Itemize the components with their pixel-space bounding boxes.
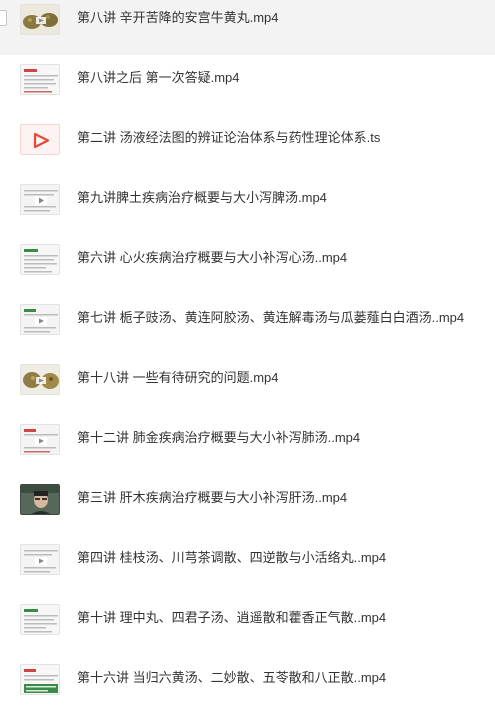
slide-play-thumbnail bbox=[20, 184, 60, 215]
video-file-icon bbox=[20, 124, 60, 155]
file-row[interactable]: 第二讲 汤液经法图的辨证论治体系与药性理论体系.ts bbox=[0, 115, 495, 175]
file-row[interactable]: 第八讲 辛开苦降的安宫牛黄丸.mp4 bbox=[0, 0, 495, 55]
herbs-thumbnail bbox=[20, 4, 60, 35]
file-row[interactable]: 第十讲 理中丸、四君子汤、逍遥散和藿香正气散..mp4 bbox=[0, 595, 495, 655]
file-name: 第十二讲 肺金疾病治疗概要与大小补泻肺汤..mp4 bbox=[77, 430, 361, 445]
file-row[interactable]: 第七讲 栀子豉汤、黄连阿胶汤、黄连解毒汤与瓜蒌薤白白酒汤..mp4 bbox=[0, 295, 495, 355]
slide-play-thumbnail bbox=[20, 544, 60, 575]
slide-thumbnail bbox=[20, 64, 60, 95]
file-list: 第八讲 辛开苦降的安宫牛黄丸.mp4 第八讲之后 第一次答疑.mp4 第二讲 汤… bbox=[0, 0, 495, 702]
slide-green-thumbnail bbox=[20, 664, 60, 695]
herbs-thumbnail bbox=[20, 364, 60, 395]
file-name: 第十讲 理中丸、四君子汤、逍遥散和藿香正气散..mp4 bbox=[77, 610, 387, 625]
file-name: 第六讲 心火疾病治疗概要与大小补泻心汤..mp4 bbox=[77, 250, 348, 265]
file-row[interactable]: 第十六讲 当归六黄汤、二妙散、五苓散和八正散..mp4 bbox=[0, 655, 495, 715]
file-row[interactable]: 第九讲脾土疾病治疗概要与大小泻脾汤.mp4 bbox=[0, 175, 495, 235]
slide-thumbnail bbox=[20, 604, 60, 635]
file-row[interactable]: 第十二讲 肺金疾病治疗概要与大小补泻肺汤..mp4 bbox=[0, 415, 495, 475]
file-row[interactable]: 第十八讲 一些有待研究的问题.mp4 bbox=[0, 355, 495, 415]
file-name: 第二讲 汤液经法图的辨证论治体系与药性理论体系.ts bbox=[77, 130, 381, 145]
file-row[interactable]: 第三讲 肝木疾病治疗概要与大小补泻肝汤..mp4 bbox=[0, 475, 495, 535]
file-name: 第九讲脾土疾病治疗概要与大小泻脾汤.mp4 bbox=[77, 190, 327, 205]
row-checkbox[interactable] bbox=[0, 10, 7, 26]
file-name: 第八讲 辛开苦降的安宫牛黄丸.mp4 bbox=[77, 10, 279, 25]
speaker-thumbnail bbox=[20, 484, 60, 515]
file-name: 第四讲 桂枝汤、川芎茶调散、四逆散与小活络丸..mp4 bbox=[77, 550, 387, 565]
file-row[interactable]: 第六讲 心火疾病治疗概要与大小补泻心汤..mp4 bbox=[0, 235, 495, 295]
file-name: 第八讲之后 第一次答疑.mp4 bbox=[77, 70, 240, 85]
slide-play-thumbnail bbox=[20, 424, 60, 455]
file-row[interactable]: 第八讲之后 第一次答疑.mp4 bbox=[0, 55, 495, 115]
file-name: 第十六讲 当归六黄汤、二妙散、五苓散和八正散..mp4 bbox=[77, 670, 387, 685]
slide-play-thumbnail bbox=[20, 304, 60, 335]
slide-thumbnail bbox=[20, 244, 60, 275]
file-name: 第三讲 肝木疾病治疗概要与大小补泻肝汤..mp4 bbox=[77, 490, 348, 505]
file-row[interactable]: 第四讲 桂枝汤、川芎茶调散、四逆散与小活络丸..mp4 bbox=[0, 535, 495, 595]
file-name: 第七讲 栀子豉汤、黄连阿胶汤、黄连解毒汤与瓜蒌薤白白酒汤..mp4 bbox=[77, 310, 465, 325]
file-name: 第十八讲 一些有待研究的问题.mp4 bbox=[77, 370, 279, 385]
